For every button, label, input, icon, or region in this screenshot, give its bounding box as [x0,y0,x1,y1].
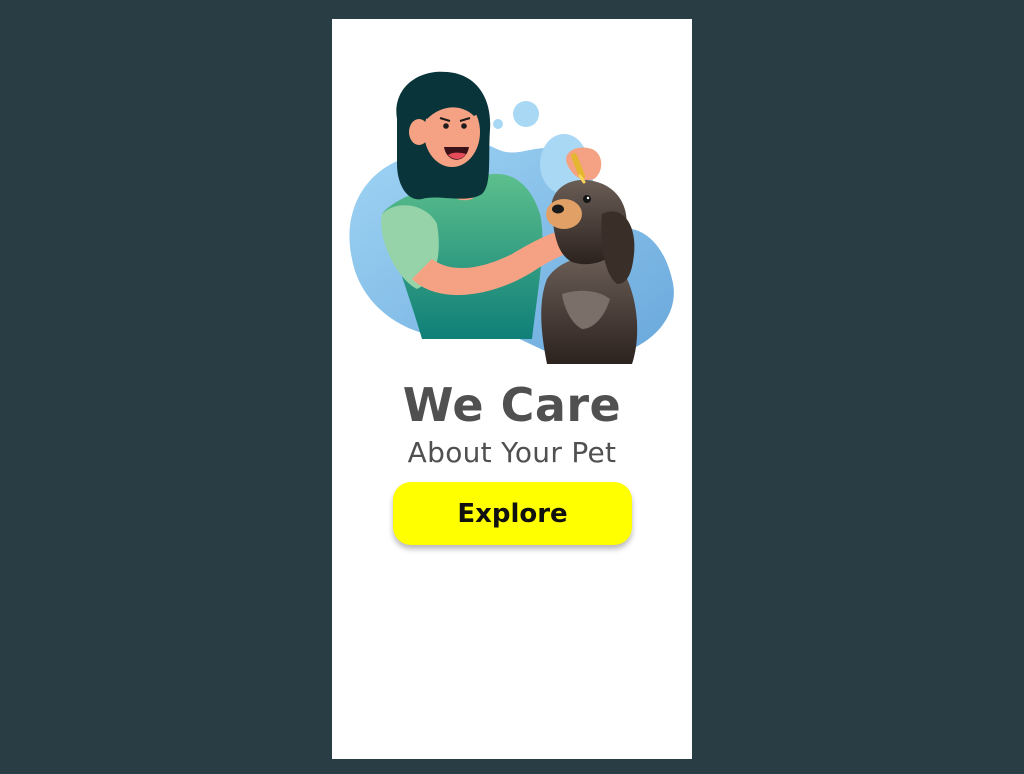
woman-with-dog-illustration [349,71,674,364]
explore-button[interactable]: Explore [393,482,632,545]
dog-snout [546,199,582,229]
page-subtitle: About Your Pet [407,436,617,469]
woman-ear [409,119,429,145]
bubble-large [513,101,539,127]
dog-nose [552,204,564,214]
woman-eye-right [461,123,467,129]
app-screen: We Care About Your Pet Explore [332,19,692,759]
woman-eye-left [443,123,449,129]
bubble-small [493,119,503,129]
dog-eye [583,195,591,203]
page-title: We Care [402,378,622,432]
